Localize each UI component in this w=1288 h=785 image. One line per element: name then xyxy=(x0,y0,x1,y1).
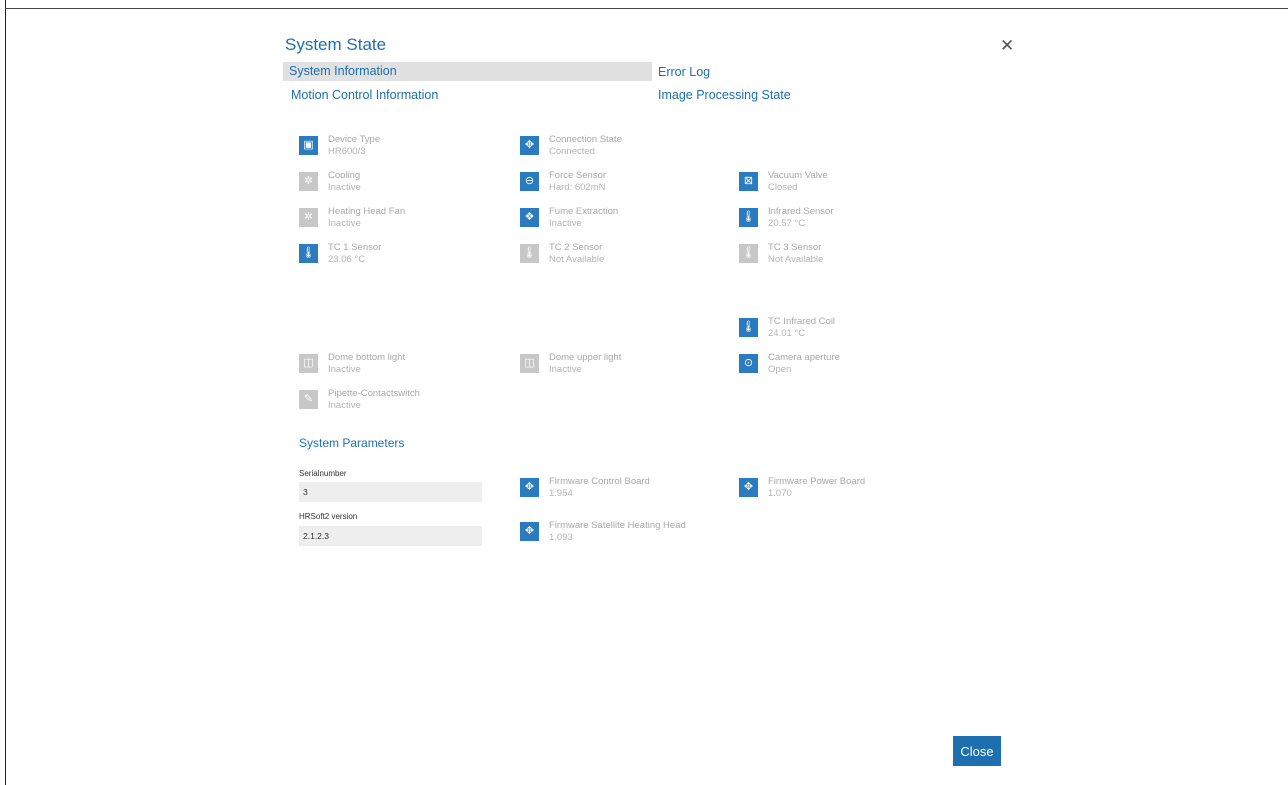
window-border-left xyxy=(5,0,6,785)
aperture-icon: ⊙ xyxy=(739,354,758,373)
window-border-top xyxy=(5,8,1288,9)
status-label: Pipette-Contactswitch xyxy=(328,388,420,399)
status-value: Open xyxy=(768,364,792,375)
force-icon: ⊖ xyxy=(520,172,539,191)
fan-icon: ✲ xyxy=(299,208,318,227)
system-parameters-heading: System Parameters xyxy=(299,436,405,450)
light-icon: ◫ xyxy=(520,354,539,373)
status-value: 1.093 xyxy=(549,532,573,543)
status-label: Device Type xyxy=(328,134,381,145)
extraction-icon: ❖ xyxy=(520,208,539,227)
status-label: TC 3 Sensor xyxy=(768,242,822,253)
thermometer-icon: 🌡 xyxy=(299,244,318,263)
status-label: TC 1 Sensor xyxy=(328,242,382,253)
status-value: Inactive xyxy=(328,400,361,411)
status-value: Hard: 602mN xyxy=(549,182,606,193)
hrsoft-version-field[interactable] xyxy=(299,526,482,546)
chip-icon: ✥ xyxy=(520,522,539,541)
status-value: HR600/3 xyxy=(328,146,366,157)
thermometer-icon: 🌡 xyxy=(520,244,539,263)
status-value: 1.070 xyxy=(768,488,792,499)
chip-icon: ✥ xyxy=(520,478,539,497)
status-label: Firmware Power Board xyxy=(768,476,866,487)
status-value: Inactive xyxy=(549,364,582,375)
nav-error-log[interactable]: Error Log xyxy=(658,65,710,79)
status-value: 23.06 °C xyxy=(328,254,366,265)
status-value: Not Available xyxy=(768,254,824,265)
status-value: 20.57 °C xyxy=(768,218,806,229)
status-label: Infrared Sensor xyxy=(768,206,834,217)
status-value: Inactive xyxy=(328,364,361,375)
status-value: Inactive xyxy=(549,218,582,229)
fan-icon: ✲ xyxy=(299,172,318,191)
dialog-title: System State xyxy=(285,35,387,54)
pipette-icon: ✎ xyxy=(299,390,318,409)
status-label: Heating Head Fan xyxy=(328,206,406,217)
thermometer-icon: 🌡 xyxy=(739,244,758,263)
status-value: Inactive xyxy=(328,182,361,193)
nav-system-information[interactable]: System Information xyxy=(283,62,652,81)
close-button[interactable]: Close xyxy=(953,736,1001,766)
serialnumber-label: Serialnumber xyxy=(299,469,347,478)
hrsoft-version-label: HRSoft2 version xyxy=(299,512,358,521)
status-label: TC Infrared Coil xyxy=(768,316,836,327)
status-label: Firmware Satellite Heating Head xyxy=(549,520,686,531)
status-label: Firmware Control Board xyxy=(549,476,650,487)
close-icon[interactable]: ✕ xyxy=(1000,36,1014,56)
connection-icon: ✥ xyxy=(520,136,539,155)
status-label: Fume Extraction xyxy=(549,206,619,217)
light-icon: ◫ xyxy=(299,354,318,373)
status-label: Force Sensor xyxy=(549,170,607,181)
status-label: Connection State xyxy=(549,134,622,145)
thermometer-icon: 🌡 xyxy=(739,318,758,337)
nav-image-processing-state[interactable]: Image Processing State xyxy=(658,88,791,102)
chip-icon: ✥ xyxy=(739,478,758,497)
status-value: 1.954 xyxy=(549,488,573,499)
status-value: Inactive xyxy=(328,218,361,229)
status-label: Vacuum Valve xyxy=(768,170,828,181)
device-icon: ▣ xyxy=(299,136,318,155)
status-value: 24.01 °C xyxy=(768,328,806,339)
status-label: Camera aperture xyxy=(768,352,840,363)
status-value: Closed xyxy=(768,182,798,193)
status-label: TC 2 Sensor xyxy=(549,242,603,253)
status-value: Not Available xyxy=(549,254,605,265)
nav-motion-control-information[interactable]: Motion Control Information xyxy=(291,88,438,102)
status-label: Cooling xyxy=(328,170,361,181)
status-label: Dome bottom light xyxy=(328,352,406,363)
status-value: Connected xyxy=(549,146,595,157)
valve-icon: ⊠ xyxy=(739,172,758,191)
thermometer-icon: 🌡 xyxy=(739,208,758,227)
serialnumber-field[interactable] xyxy=(299,482,482,502)
status-label: Dome upper light xyxy=(549,352,622,363)
